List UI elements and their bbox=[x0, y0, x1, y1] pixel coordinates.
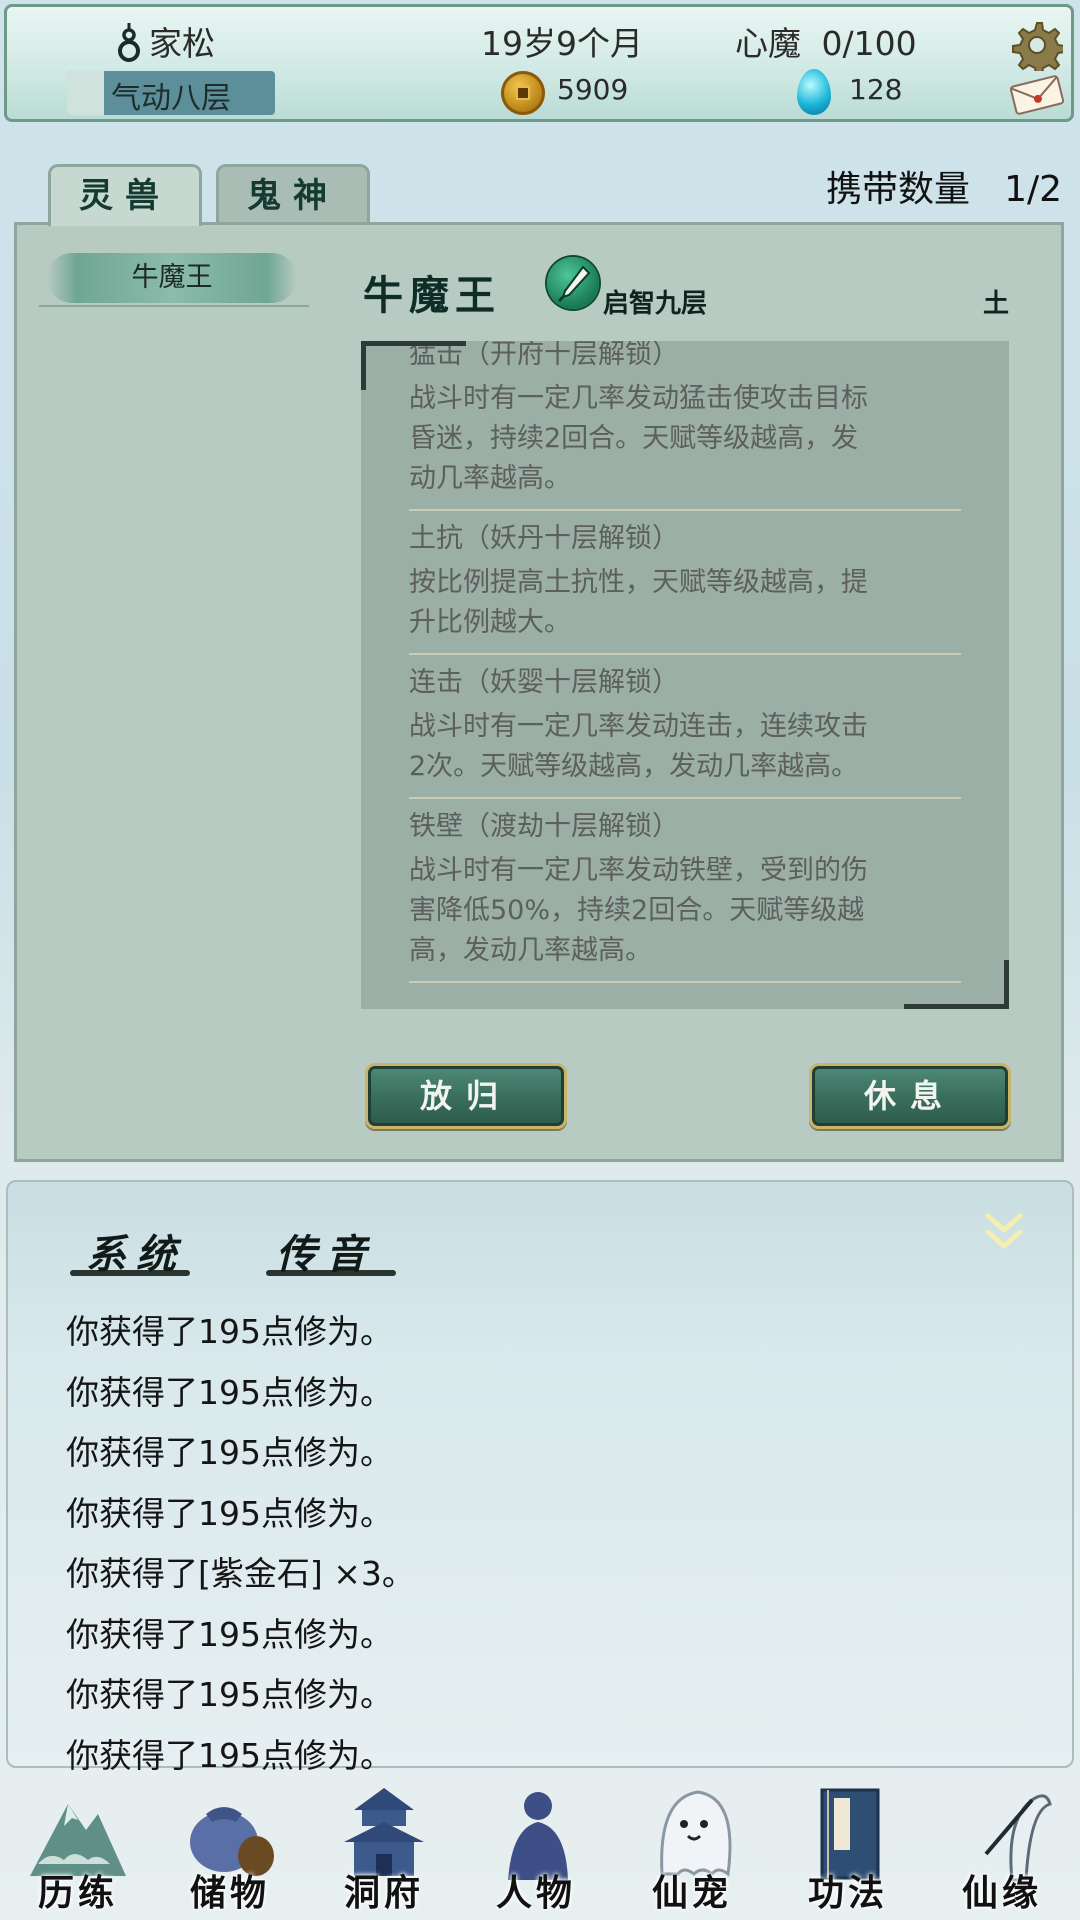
player-name: 家松 bbox=[149, 24, 215, 63]
gourd-icon bbox=[118, 23, 140, 62]
heart-demon: 心魔 0/100 bbox=[735, 17, 917, 65]
spirit-gem-icon bbox=[797, 69, 831, 115]
nav-training[interactable]: 历练 bbox=[6, 1778, 150, 1920]
log-line: 你获得了195点修为。 bbox=[66, 1372, 393, 1412]
collapse-chevron-icon[interactable] bbox=[984, 1210, 1024, 1254]
log-line: 你获得了195点修为。 bbox=[66, 1614, 393, 1654]
heart-demon-value: 0/100 bbox=[821, 24, 917, 63]
log-line: 你获得了[紫金石] ×3。 bbox=[66, 1554, 415, 1593]
message-panel: 系统 传音 你获得了195点修为。 你获得了195点修为。 你获得了195点修为… bbox=[6, 1180, 1074, 1775]
pet-list-item[interactable]: 牛魔王 bbox=[47, 253, 297, 303]
nav-character-label: 人物 bbox=[495, 1872, 576, 1914]
release-button[interactable]: 放归 bbox=[365, 1063, 567, 1129]
skill-item: 猛击（开府十层解锁） 战斗时有一定几率发动猛击使攻击目标昏迷，持续2回合。天赋等… bbox=[409, 341, 961, 511]
nav-cave[interactable]: 洞府 bbox=[312, 1778, 456, 1920]
gem-count: 128 bbox=[849, 73, 903, 106]
log-line: 你获得了195点修为。 bbox=[66, 1312, 393, 1351]
tab-ghost-god[interactable]: 鬼神 bbox=[216, 164, 370, 226]
pet-name: 牛魔王 bbox=[363, 272, 501, 319]
nav-character[interactable]: 人物 bbox=[464, 1778, 608, 1920]
log-line: 你获得了195点修为。 bbox=[66, 1493, 393, 1533]
tab-system[interactable]: 系统 bbox=[86, 1222, 186, 1280]
nav-cave-label: 洞府 bbox=[343, 1872, 424, 1914]
nav-fate-label: 仙缘 bbox=[961, 1872, 1042, 1914]
pet-element: 土 bbox=[982, 289, 1009, 319]
brush-glyph-icon bbox=[557, 265, 591, 303]
coin-count: 5909 bbox=[557, 73, 629, 106]
tab-voice[interactable]: 传音 bbox=[276, 1222, 376, 1280]
skill-title: 猛击（开府十层解锁） bbox=[409, 341, 679, 370]
pet-level: 启智九层 bbox=[603, 289, 708, 319]
log-line: 你获得了195点修为。 bbox=[66, 1433, 393, 1472]
frame-corner-top-left bbox=[361, 341, 466, 390]
skill-description: 战斗时有一定几率发动连击，连续攻击2次。天赋等级越高，发动几率越高。 bbox=[409, 711, 868, 782]
gear-icon[interactable] bbox=[1011, 19, 1063, 71]
heart-demon-label: 心魔 bbox=[735, 24, 801, 63]
nav-pet[interactable]: 仙宠 bbox=[620, 1778, 764, 1920]
rest-button[interactable]: 休息 bbox=[809, 1063, 1011, 1129]
bottom-nav: 历练 储物 洞府 人物 仙宠 功法 仙缘 bbox=[0, 1778, 1080, 1920]
nav-storage-label: 储物 bbox=[189, 1872, 270, 1914]
skill-description: 战斗时有一定几率发动铁壁，受到的伤害降低50%，持续2回合。天赋等级越高，发动几… bbox=[409, 855, 868, 966]
skill-description: 按比例提高土抗性，天赋等级越高，提升比例越大。 bbox=[409, 567, 868, 638]
status-bar: 家松 19岁9个月 心魔 0/100 气动八层 5909 128 bbox=[4, 4, 1074, 122]
skill-item: 铁壁（渡劫十层解锁） 战斗时有一定几率发动铁壁，受到的伤害降低50%，持续2回合… bbox=[409, 799, 961, 983]
realm-label: 气动八层 bbox=[111, 81, 231, 115]
pet-panel: 牛魔王 牛魔王 启智九层 土 猛击（开府十层解锁） 战斗时有一定几率发动猛击使攻… bbox=[14, 222, 1064, 1162]
carry-count: 携带数量 1/2 bbox=[826, 160, 1062, 212]
skill-list[interactable]: 猛击（开府十层解锁） 战斗时有一定几率发动猛击使攻击目标昏迷，持续2回合。天赋等… bbox=[361, 341, 1009, 1009]
nav-pet-label: 仙宠 bbox=[651, 1872, 732, 1914]
player-age: 19岁9个月 bbox=[481, 24, 643, 63]
carry-value: 1/2 bbox=[1004, 169, 1062, 210]
nav-training-label: 历练 bbox=[37, 1872, 118, 1914]
nav-fate[interactable]: 仙缘 bbox=[930, 1778, 1074, 1920]
skill-title: 铁壁（渡劫十层解锁） bbox=[409, 811, 679, 842]
message-log: 你获得了195点修为。 你获得了195点修为。 你获得了195点修为。 你获得了… bbox=[66, 1302, 415, 1786]
skill-description: 战斗时有一定几率发动猛击使攻击目标昏迷，持续2回合。天赋等级越高，发动几率越高。 bbox=[409, 383, 868, 494]
mail-icon[interactable] bbox=[1007, 75, 1067, 115]
pet-list-divider bbox=[39, 305, 309, 307]
frame-corner-bottom-right bbox=[904, 960, 1009, 1009]
nav-storage[interactable]: 储物 bbox=[158, 1778, 302, 1920]
carry-label: 携带数量 bbox=[826, 169, 971, 210]
coin-icon bbox=[501, 71, 545, 115]
nav-technique[interactable]: 功法 bbox=[776, 1778, 920, 1920]
log-line: 你获得了195点修为。 bbox=[66, 1735, 393, 1775]
nav-technique-label: 功法 bbox=[807, 1872, 888, 1914]
realm-progress-bar: 气动八层 bbox=[67, 71, 275, 115]
tab-spirit-beast[interactable]: 灵兽 bbox=[48, 164, 202, 226]
log-line: 你获得了195点修为。 bbox=[66, 1675, 393, 1714]
skill-scroll: 猛击（开府十层解锁） 战斗时有一定几率发动猛击使攻击目标昏迷，持续2回合。天赋等… bbox=[409, 341, 961, 983]
skill-title: 土抗（妖丹十层解锁） bbox=[409, 523, 679, 554]
skill-title: 连击（妖婴十层解锁） bbox=[409, 667, 679, 698]
skill-item: 土抗（妖丹十层解锁） 按比例提高土抗性，天赋等级越高，提升比例越大。 bbox=[409, 511, 961, 655]
skill-item: 连击（妖婴十层解锁） 战斗时有一定几率发动连击，连续攻击2次。天赋等级越高，发动… bbox=[409, 655, 961, 799]
brush-icon[interactable] bbox=[547, 257, 599, 309]
